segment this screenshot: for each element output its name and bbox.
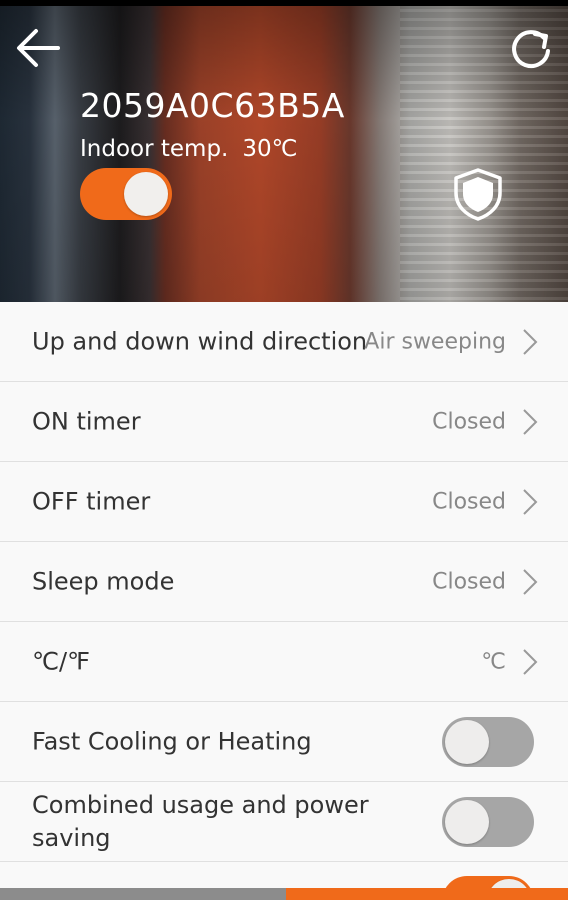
setting-row-temperature-unit[interactable]: ℃/℉ ℃ — [0, 622, 568, 702]
indoor-temp-value: 30℃ — [242, 136, 298, 162]
chevron-right-icon — [523, 408, 538, 435]
back-arrow-icon — [17, 29, 60, 67]
bottom-bar-left[interactable] — [0, 888, 286, 900]
setting-row-fast-cooling: Fast Cooling or Heating — [0, 702, 568, 782]
wind-direction-value: Air sweeping — [364, 329, 506, 354]
off-timer-label: OFF timer — [32, 487, 151, 515]
on-timer-value: Closed — [432, 409, 506, 434]
toggle-knob — [445, 799, 489, 844]
refresh-button[interactable] — [508, 26, 554, 72]
chevron-right-icon — [523, 648, 538, 675]
combined-usage-toggle[interactable] — [442, 796, 534, 847]
refresh-icon — [512, 30, 550, 69]
chevron-right-icon — [523, 568, 538, 595]
setting-row-on-timer[interactable]: ON timer Closed — [0, 382, 568, 462]
status-bar — [0, 0, 568, 6]
toggle-knob — [445, 719, 489, 764]
chevron-right-icon — [523, 488, 538, 515]
setting-row-sleep-mode[interactable]: Sleep mode Closed — [0, 542, 568, 622]
power-toggle[interactable] — [80, 168, 172, 220]
settings-list: Up and down wind direction Air sweeping … — [0, 302, 568, 892]
wind-direction-label: Up and down wind direction — [32, 327, 368, 355]
combined-usage-label: Combined usage and power saving — [32, 790, 369, 852]
shield-icon — [454, 168, 502, 221]
temperature-unit-label: ℃/℉ — [32, 647, 90, 675]
off-timer-value: Closed — [432, 489, 506, 514]
on-timer-label: ON timer — [32, 407, 141, 435]
device-header: 2059A0C63B5A Indoor temp. 30℃ — [0, 0, 568, 302]
fast-cooling-label: Fast Cooling or Heating — [32, 727, 312, 755]
chevron-right-icon — [523, 328, 538, 355]
fast-cooling-toggle[interactable] — [442, 716, 534, 767]
setting-row-combined-usage: Combined usage and power saving — [0, 782, 568, 862]
indoor-temperature: Indoor temp. 30℃ — [80, 136, 297, 162]
device-name: 2059A0C63B5A — [80, 86, 345, 125]
setting-row-off-timer[interactable]: OFF timer Closed — [0, 462, 568, 542]
back-button[interactable] — [14, 26, 62, 70]
sleep-mode-label: Sleep mode — [32, 567, 175, 595]
temperature-unit-value: ℃ — [481, 649, 506, 674]
indoor-temp-label: Indoor temp. — [80, 136, 229, 162]
bottom-bar-right[interactable] — [286, 888, 568, 900]
setting-row-wind-direction[interactable]: Up and down wind direction Air sweeping — [0, 302, 568, 382]
power-toggle-knob — [124, 172, 168, 216]
sleep-mode-value: Closed — [432, 569, 506, 594]
bottom-bar — [0, 888, 568, 900]
shield-button[interactable] — [452, 167, 504, 221]
